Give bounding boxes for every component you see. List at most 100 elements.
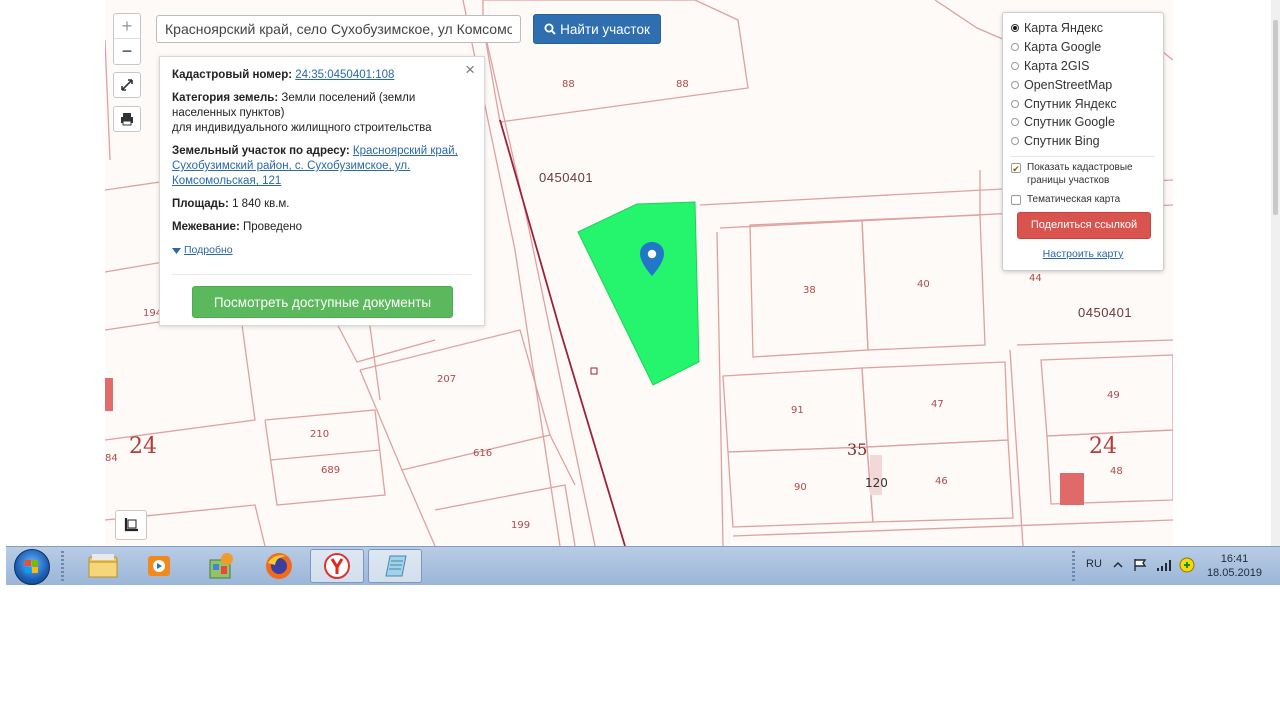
category-use: для индивидуального жилищного строительс… bbox=[172, 122, 432, 134]
start-button[interactable] bbox=[14, 549, 50, 585]
layer-option[interactable]: Карта 2GIS bbox=[1011, 57, 1155, 76]
caret-down-icon bbox=[172, 247, 181, 254]
quarter-number: 0450401 bbox=[539, 170, 594, 185]
taskbar-grip bbox=[61, 551, 64, 581]
show-cadastral-checkbox[interactable]: ✔ Показать кадастровые границы участков bbox=[1011, 161, 1155, 187]
system-clock[interactable]: 16:41 18.05.2019 bbox=[1207, 552, 1262, 580]
view-documents-button[interactable]: Посмотреть доступные документы bbox=[192, 286, 453, 318]
layer-option[interactable]: Карта Google bbox=[1011, 38, 1155, 57]
parcel-label: 46 bbox=[935, 476, 948, 487]
paint-app[interactable] bbox=[194, 549, 248, 583]
details-toggle[interactable]: Подробно bbox=[172, 243, 233, 258]
layer-option-label: OpenStreetMap bbox=[1024, 77, 1113, 92]
zoom-out-button[interactable]: − bbox=[114, 38, 140, 63]
network-signal-icon[interactable] bbox=[1156, 558, 1174, 572]
district-number: 24 bbox=[1089, 434, 1117, 459]
firefox-app[interactable] bbox=[252, 549, 306, 583]
parcel-label: 47 bbox=[931, 399, 944, 410]
layer-option[interactable]: Карта Яндекс bbox=[1011, 19, 1155, 38]
windows-taskbar: RU 16:41 18.05.2019 bbox=[6, 546, 1280, 585]
ruler-button[interactable] bbox=[115, 510, 147, 540]
cadastral-label: Кадастровый номер: bbox=[172, 69, 293, 81]
measure-icon bbox=[124, 518, 138, 532]
divider bbox=[172, 274, 472, 275]
update-icon[interactable] bbox=[1179, 557, 1195, 573]
block-number: 35 bbox=[847, 440, 868, 459]
radio-icon bbox=[1011, 137, 1019, 146]
configure-map-link[interactable]: Настроить карту bbox=[1011, 248, 1155, 260]
area-value: 1 840 кв.м. bbox=[232, 198, 290, 210]
parcel-label: 199 bbox=[511, 520, 531, 531]
fullscreen-button[interactable] bbox=[113, 72, 141, 98]
layer-option[interactable]: OpenStreetMap bbox=[1011, 75, 1155, 94]
find-parcel-label: Найти участок bbox=[560, 21, 650, 37]
clock-time: 16:41 bbox=[1220, 553, 1249, 565]
language-indicator[interactable]: RU bbox=[1086, 558, 1102, 570]
parcel-label: 44 bbox=[1029, 273, 1042, 284]
cadastral-number-link[interactable]: 24:35:0450401:108 bbox=[295, 69, 394, 81]
page-scrollbar-thumb[interactable] bbox=[1273, 20, 1278, 215]
parcel-label: 689 bbox=[321, 465, 341, 476]
close-icon[interactable]: × bbox=[465, 61, 475, 78]
find-parcel-button[interactable]: Найти участок bbox=[533, 14, 661, 44]
checkbox-icon bbox=[1011, 194, 1021, 205]
media-player-icon bbox=[148, 556, 170, 576]
share-link-button[interactable]: Поделиться ссылкой bbox=[1017, 211, 1151, 239]
zoom-in-button[interactable]: + bbox=[114, 14, 140, 38]
action-center-flag-icon[interactable] bbox=[1133, 558, 1149, 572]
tray-grip bbox=[1072, 551, 1075, 581]
thematic-map-checkbox[interactable]: Тематическая карта bbox=[1011, 193, 1155, 206]
yandex-browser-app[interactable] bbox=[310, 549, 364, 583]
firefox-icon bbox=[266, 553, 292, 579]
paint-icon bbox=[209, 553, 233, 579]
details-label: Подробно bbox=[184, 244, 233, 256]
thematic-map-label: Тематическая карта bbox=[1027, 193, 1121, 205]
layer-option-label: Карта Яндекс bbox=[1024, 21, 1103, 36]
printer-icon bbox=[121, 113, 133, 126]
layer-option-label: Спутник Google bbox=[1024, 115, 1115, 130]
district-number: 24 bbox=[129, 434, 157, 459]
radio-icon bbox=[1011, 118, 1019, 127]
checkmark-icon: ✔ bbox=[1011, 162, 1021, 174]
explorer-app[interactable] bbox=[76, 549, 130, 583]
layer-option[interactable]: Спутник Bing bbox=[1011, 132, 1155, 151]
yandex-browser-icon bbox=[324, 553, 350, 579]
parcel-label: 90 bbox=[794, 482, 807, 493]
notepad-app[interactable] bbox=[368, 549, 422, 583]
parcel-label: 616 bbox=[473, 448, 493, 459]
zoom-control: + − bbox=[113, 13, 141, 65]
layer-option-label: Карта Google bbox=[1024, 40, 1102, 55]
radio-icon bbox=[1011, 43, 1019, 52]
category-label: Категория земель: bbox=[172, 92, 279, 104]
radio-selected-icon bbox=[1011, 24, 1019, 33]
radio-icon bbox=[1011, 80, 1019, 89]
media-player-app[interactable] bbox=[132, 549, 186, 583]
divider bbox=[1011, 155, 1155, 157]
radio-icon bbox=[1011, 61, 1019, 70]
search-input[interactable] bbox=[156, 15, 521, 43]
layer-option-label: Спутник Bing bbox=[1024, 134, 1100, 149]
expand-icon bbox=[121, 79, 133, 91]
clock-date: 18.05.2019 bbox=[1206, 567, 1262, 579]
parcel-label: 88 bbox=[676, 79, 689, 90]
parcel-label: 84 bbox=[105, 453, 118, 464]
parcel-label: 120 bbox=[865, 476, 888, 490]
quarter-number: 0450401 bbox=[1078, 305, 1133, 320]
parcel-label: 88 bbox=[562, 79, 575, 90]
selected-parcel bbox=[577, 201, 700, 386]
tray-expand-icon[interactable] bbox=[1113, 561, 1123, 569]
address-label: Земельный участок по адресу: bbox=[172, 145, 350, 157]
parcel-info-popup: × Кадастровый номер: 24:35:0450401:108 К… bbox=[159, 56, 485, 326]
print-button[interactable] bbox=[113, 106, 141, 132]
layer-option[interactable]: Спутник Google bbox=[1011, 113, 1155, 132]
layer-option-label: Спутник Яндекс bbox=[1024, 96, 1117, 111]
show-cadastral-label: Показать кадастровые границы участков bbox=[1027, 161, 1133, 186]
survey-label: Межевание: bbox=[172, 221, 240, 233]
survey-value: Проведено bbox=[242, 221, 303, 233]
layer-option[interactable]: Спутник Яндекс bbox=[1011, 94, 1155, 113]
map-layer-panel: Карта Яндекс Карта Google Карта 2GIS Ope… bbox=[1002, 12, 1164, 271]
parcel-label: 48 bbox=[1110, 466, 1123, 477]
parcel-label: 40 bbox=[917, 279, 930, 290]
parcel-label: 207 bbox=[437, 374, 457, 385]
radio-icon bbox=[1011, 99, 1019, 108]
